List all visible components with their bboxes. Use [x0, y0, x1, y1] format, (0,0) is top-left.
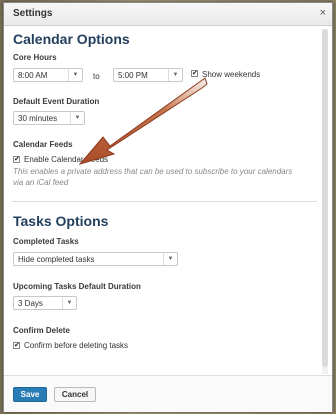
upcoming-duration-value: 3 Days — [18, 299, 43, 308]
start-time-value: 8:00 AM — [18, 71, 48, 80]
confirm-delete-checkbox[interactable]: ✔ — [13, 342, 20, 349]
chevron-down-icon: ▼ — [62, 297, 76, 309]
scrollbar-thumb[interactable] — [322, 29, 328, 367]
start-time-select[interactable]: 8:00 AM ▼ — [13, 68, 83, 82]
save-button[interactable]: Save — [13, 387, 47, 402]
dialog-titlebar: Settings × — [4, 3, 332, 26]
enable-feeds-label: Enable Calendar Feeds — [24, 155, 109, 164]
dialog-footer: Save Cancel — [4, 375, 332, 412]
completed-tasks-select[interactable]: Hide completed tasks ▼ — [13, 252, 178, 266]
to-label: to — [93, 72, 100, 81]
upcoming-duration-select[interactable]: 3 Days ▼ — [13, 296, 77, 310]
dialog-title: Settings — [13, 8, 53, 19]
show-weekends-checkbox[interactable]: ✔ — [191, 70, 198, 77]
close-icon[interactable]: × — [320, 7, 326, 19]
chevron-down-icon: ▼ — [168, 69, 182, 81]
scrollbar[interactable] — [322, 29, 328, 374]
end-time-select[interactable]: 5:00 PM ▼ — [113, 68, 183, 82]
confirm-delete-checkbox-label: Confirm before deleting tasks — [24, 341, 129, 350]
default-duration-value: 30 minutes — [18, 114, 58, 123]
chevron-down-icon: ▼ — [70, 112, 84, 124]
feeds-help-text: This enables a private address that can … — [13, 167, 293, 187]
default-duration-select[interactable]: 30 minutes ▼ — [13, 111, 85, 125]
settings-dialog: Settings × Calendar Options Core Hours 8… — [3, 2, 333, 412]
default-duration-label: Default Event Duration — [13, 97, 100, 106]
calendar-feeds-label: Calendar Feeds — [13, 140, 73, 149]
core-hours-label: Core Hours — [13, 53, 57, 62]
confirm-delete-label: Confirm Delete — [13, 326, 70, 335]
end-time-value: 5:00 PM — [118, 71, 148, 80]
completed-tasks-value: Hide completed tasks — [18, 255, 95, 264]
chevron-down-icon: ▼ — [68, 69, 82, 81]
section-divider — [12, 201, 317, 202]
chevron-down-icon: ▼ — [163, 253, 177, 265]
cancel-button[interactable]: Cancel — [54, 387, 96, 402]
calendar-options-heading: Calendar Options — [13, 31, 130, 47]
show-weekends-label: Show weekends — [202, 70, 261, 79]
tasks-options-heading: Tasks Options — [13, 213, 109, 229]
upcoming-duration-label: Upcoming Tasks Default Duration — [13, 282, 141, 291]
completed-tasks-label: Completed Tasks — [13, 237, 79, 246]
enable-feeds-checkbox[interactable]: ✔ — [13, 156, 20, 163]
